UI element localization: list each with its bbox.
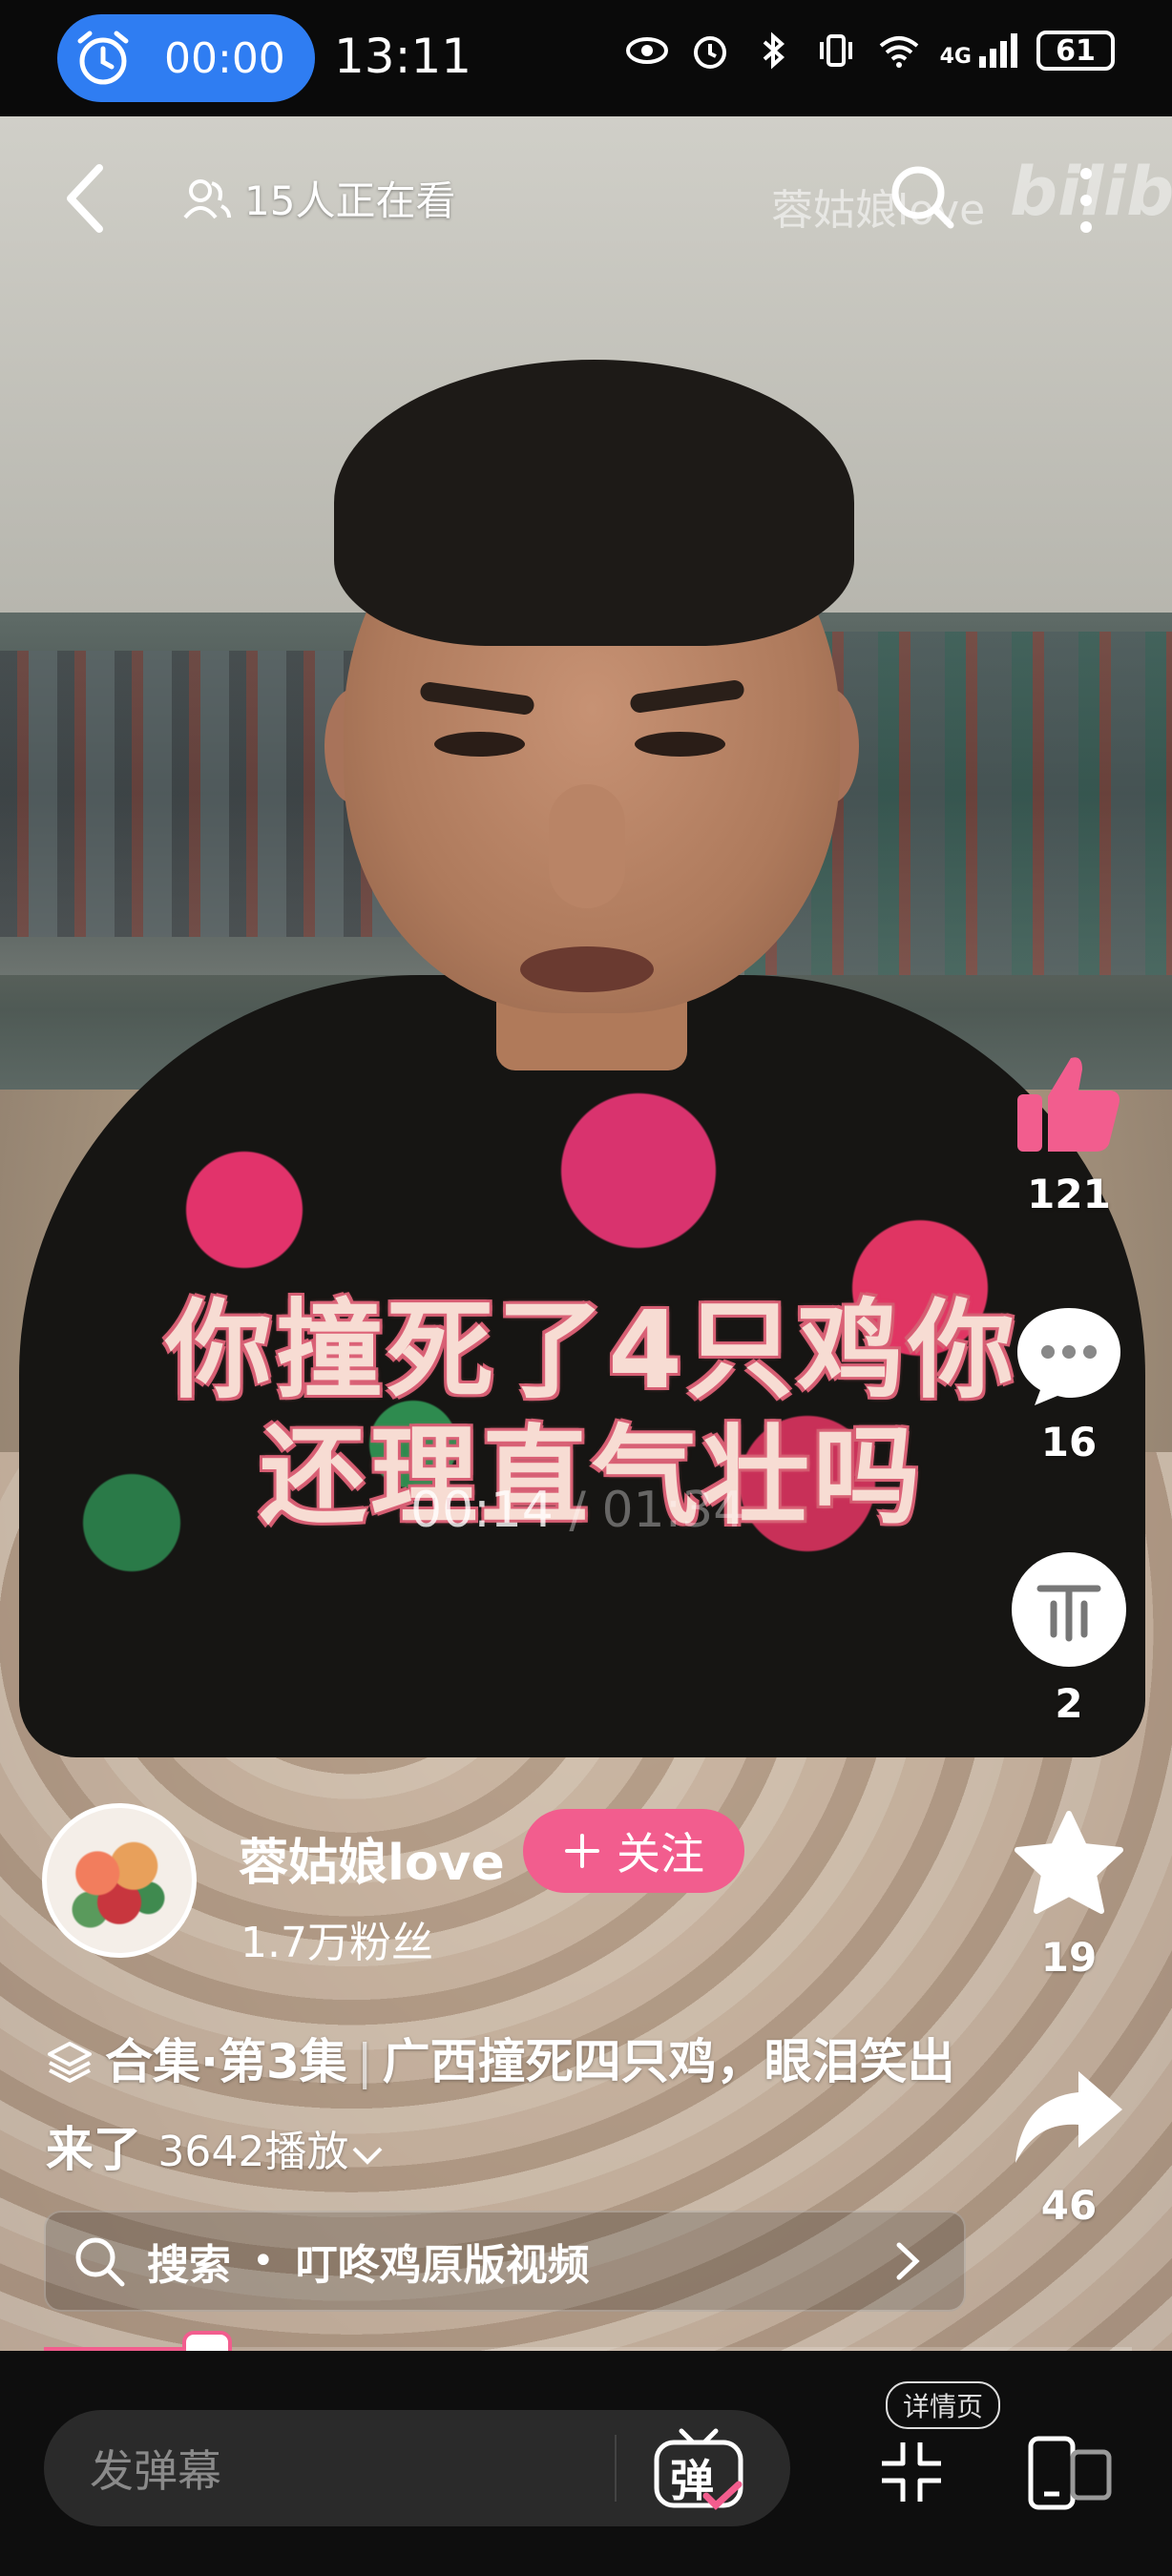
coin-count: 2 [1055, 1680, 1083, 1727]
status-bar: 00:00 13:11 4G 61 [0, 0, 1172, 116]
viewer-count-text: 15人正在看 [244, 177, 456, 224]
timer-text: 00:00 [164, 33, 285, 83]
danmaku-toggle-label: 弹 [670, 2455, 714, 2506]
episode-label[interactable]: ·第3集 [200, 2034, 347, 2089]
author-avatar[interactable] [42, 1803, 197, 1958]
cell-signal-icon: 4G [940, 33, 1017, 68]
star-icon[interactable] [1012, 1808, 1126, 1922]
video-description[interactable]: 合集·第3集 | 广西撞死四只鸡，眼泪笑出来了 3642播放 [46, 2018, 972, 2196]
favorite-count: 19 [1040, 1934, 1098, 1981]
more-vertical-icon[interactable] [1067, 162, 1105, 239]
comment-count: 16 [1040, 1419, 1098, 1465]
thumbs-up-icon[interactable] [1012, 1045, 1126, 1159]
viewer-count: 15人正在看 [183, 169, 455, 227]
eye-icon [625, 37, 668, 64]
search-query: 叮咚鸡原版视频 [295, 2241, 590, 2290]
video-person-hair [334, 360, 854, 646]
time-separator: / [553, 1482, 602, 1539]
wifi-icon [879, 36, 918, 68]
subtitle-line-1: 你撞死了4只鸡你 [165, 1289, 1018, 1413]
search-dot: • [252, 2239, 275, 2283]
like-count: 121 [1027, 1171, 1111, 1217]
video-person-eye-right [635, 732, 725, 757]
share-arrow-icon[interactable] [1012, 2066, 1126, 2171]
back-arrow-icon[interactable] [57, 160, 115, 237]
chevron-right-icon [896, 2242, 920, 2280]
alarm-icon [693, 36, 726, 69]
comment-bubble-icon[interactable] [1012, 1302, 1126, 1407]
time-current: 00:14 [410, 1482, 554, 1539]
play-count: 3642播放 [157, 2128, 349, 2176]
time-total: 01:34 [601, 1482, 745, 1539]
danmaku-toggle[interactable]: 弹 [651, 2423, 746, 2513]
bluetooth-icon [763, 31, 785, 70]
separator: | [356, 2034, 373, 2089]
coin-icon[interactable] [1010, 1550, 1128, 1669]
danmaku-placeholder: 发弹幕 [90, 2445, 221, 2497]
chevron-down-icon[interactable] [348, 2141, 387, 2170]
video-timecode: 00:14 / 01:34 [410, 1482, 744, 1539]
video-person-mouth [520, 946, 654, 992]
rotate-screen-icon[interactable] [1027, 2435, 1113, 2511]
collection-label[interactable]: 合集 [105, 2034, 200, 2089]
clock: 13:11 [334, 29, 472, 84]
search-label: 搜索 [147, 2241, 231, 2290]
network-type: 4G [939, 45, 972, 69]
follower-count: 1.7万粉丝 [241, 1919, 433, 1967]
alarm-clock-icon [77, 31, 129, 85]
viewers-icon [183, 178, 231, 218]
detail-page-tag[interactable]: 详情页 [886, 2381, 1000, 2429]
status-icons: 4G 61 [625, 29, 1115, 73]
follow-label: 关注 [617, 1828, 704, 1880]
video-person-eye-left [434, 732, 525, 757]
collection-layers-icon [48, 2042, 92, 2083]
share-action[interactable]: 46 [1007, 2066, 1131, 2229]
follow-button[interactable]: 关注 [523, 1809, 744, 1893]
comment-action[interactable]: 16 [1007, 1302, 1131, 1465]
like-action[interactable]: 121 [1007, 1045, 1131, 1217]
video-person-nose [549, 784, 625, 908]
battery-indicator: 61 [1036, 31, 1115, 71]
search-small-icon [75, 2237, 125, 2287]
video-player[interactable] [0, 116, 1172, 2351]
danmaku-divider [615, 2435, 617, 2502]
vibrate-icon [819, 34, 852, 67]
timer-pill[interactable]: 00:00 [57, 14, 315, 102]
related-search-bar[interactable]: 搜索 • 叮咚鸡原版视频 [44, 2211, 966, 2312]
plus-icon [565, 1834, 599, 1868]
favorite-action[interactable]: 19 [1007, 1808, 1131, 1981]
share-count: 46 [1040, 2182, 1098, 2229]
coin-action[interactable]: 2 [1007, 1550, 1131, 1727]
search-icon[interactable] [888, 162, 956, 231]
author-name[interactable]: 蓉姑娘love [239, 1822, 505, 1894]
exit-fullscreen-icon[interactable] [878, 2439, 945, 2505]
